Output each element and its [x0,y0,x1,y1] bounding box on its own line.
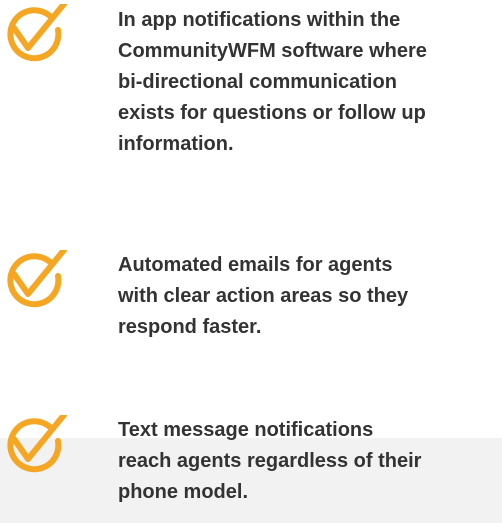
feature-text: In app notifications within the Communit… [118,9,427,155]
checkmark-circle-icon [0,4,72,68]
checkmark-circle-icon [0,250,72,314]
feature-text: Automated emails for agents with clear a… [118,254,409,338]
feature-text: Text message notifications reach agents … [118,419,422,503]
checkmark-circle-icon [0,415,72,479]
